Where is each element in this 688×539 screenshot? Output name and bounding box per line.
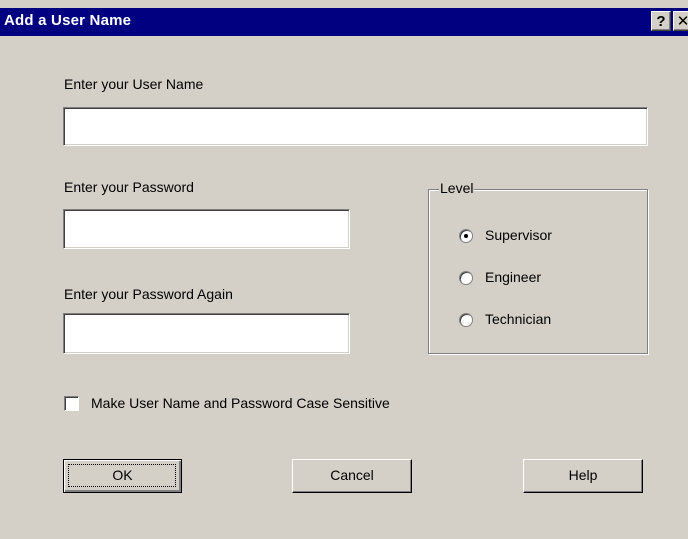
radio-selected-dot [464, 234, 468, 238]
radio-button-icon[interactable] [459, 271, 473, 285]
radio-supervisor-label[interactable]: Supervisor [485, 227, 552, 243]
user-name-input[interactable] [63, 107, 648, 146]
radio-button-icon[interactable] [459, 313, 473, 327]
radio-button-icon[interactable] [459, 229, 473, 243]
level-legend: Level [439, 180, 475, 196]
level-groupbox: Level Supervisor Engineer Technician [428, 180, 648, 354]
radio-engineer-label[interactable]: Engineer [485, 269, 541, 285]
ok-button[interactable]: OK [63, 459, 182, 493]
close-icon[interactable]: ✕ [673, 11, 688, 31]
user-name-label: Enter your User Name [64, 76, 204, 92]
dialog-title: Add a User Name [4, 12, 132, 29]
password-input[interactable] [63, 209, 350, 249]
password-again-input[interactable] [63, 313, 350, 354]
add-user-name-dialog: Add a User Name ? ✕ Enter your User Name… [0, 0, 688, 539]
title-bar: Add a User Name [0, 8, 688, 36]
password-again-label: Enter your Password Again [64, 286, 233, 302]
context-help-icon[interactable]: ? [651, 11, 671, 31]
case-sensitive-label[interactable]: Make User Name and Password Case Sensiti… [91, 395, 390, 411]
cancel-button[interactable]: Cancel [292, 459, 412, 493]
password-label: Enter your Password [64, 179, 194, 195]
case-sensitive-checkbox[interactable] [64, 396, 79, 411]
ok-button-label: OK [112, 467, 133, 483]
radio-technician-label[interactable]: Technician [485, 311, 551, 327]
help-button[interactable]: Help [523, 459, 643, 493]
